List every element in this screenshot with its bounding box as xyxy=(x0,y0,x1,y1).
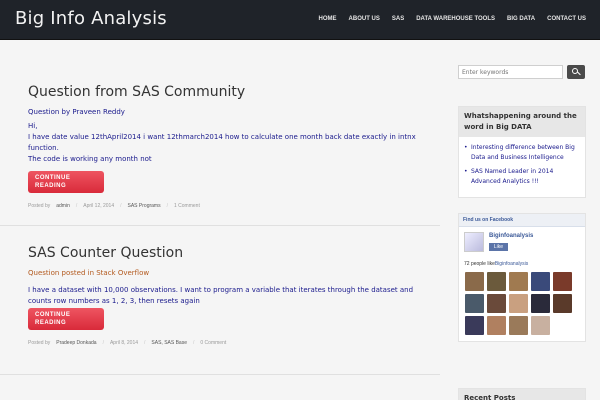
fan-avatar[interactable] xyxy=(553,272,572,291)
post-meta: Posted by Pradeep Donkada / April 8, 201… xyxy=(28,340,418,346)
post-category[interactable]: SAS Programs xyxy=(128,203,161,209)
meta-separator: / xyxy=(102,340,104,346)
meta-separator: / xyxy=(193,340,195,346)
nav-contact-us[interactable]: CONTACT US xyxy=(547,16,586,22)
fan-avatar[interactable] xyxy=(487,316,506,335)
post-comments[interactable]: 1 Comment xyxy=(174,203,200,209)
facebook-widget-title: Find us on Facebook xyxy=(459,214,585,227)
post-item: SAS Counter Question Question posted in … xyxy=(28,245,418,346)
post-author[interactable]: Pradeep Donkada xyxy=(56,340,96,346)
nav-about-us[interactable]: ABOUT US xyxy=(349,16,380,22)
post-subtitle: Question posted in Stack Overflow xyxy=(28,269,150,277)
widget-title: Recent Posts xyxy=(459,389,585,400)
post-author[interactable]: admin xyxy=(56,203,70,209)
fan-avatar[interactable] xyxy=(531,316,550,335)
trending-link[interactable]: Interesting difference between Big Data … xyxy=(464,143,579,163)
fan-avatar[interactable] xyxy=(509,294,528,313)
fan-avatar[interactable] xyxy=(487,272,506,291)
button-label-line: READING xyxy=(35,320,67,326)
site-title[interactable]: Big Info Analysis xyxy=(15,8,167,29)
post-excerpt: Hi, I have date value 12thApril2014 i wa… xyxy=(28,121,418,165)
meta-separator: / xyxy=(120,203,122,209)
post-date: April 8, 2014 xyxy=(109,340,139,346)
search-input[interactable] xyxy=(458,65,563,79)
post-comments[interactable]: 0 Comment xyxy=(200,340,226,346)
facebook-page-name[interactable]: Biginfoanalysis xyxy=(489,233,533,239)
post-divider xyxy=(0,225,440,226)
post-subtitle: Question by Praveen Reddy xyxy=(28,108,125,116)
posts-column: Question from SAS Community Question by … xyxy=(0,40,440,400)
post-meta: Posted by admin / April 12, 2014 / SAS P… xyxy=(28,203,418,209)
continue-reading-button[interactable]: CONTINUE READING xyxy=(28,171,104,193)
top-header: Big Info Analysis HOME ABOUT US SAS DATA… xyxy=(0,0,600,40)
sidebar: Whatshappening around the word in Big DA… xyxy=(458,40,586,400)
excerpt-line: I have date value 12thApril2014 i want 1… xyxy=(28,133,416,152)
fan-avatar[interactable] xyxy=(465,272,484,291)
like-count-text: 72 people like xyxy=(464,261,495,267)
fan-avatar[interactable] xyxy=(465,294,484,313)
search-button[interactable] xyxy=(567,65,585,79)
post-title[interactable]: Question from SAS Community xyxy=(28,84,418,100)
post-category[interactable]: SAS, SAS Base xyxy=(151,340,187,346)
button-label-line: READING xyxy=(35,183,67,189)
fan-avatars xyxy=(459,267,585,341)
fan-avatar[interactable] xyxy=(509,272,528,291)
page-logo[interactable] xyxy=(464,232,484,252)
facebook-widget: Find us on Facebook Biginfoanalysis Like… xyxy=(458,213,586,342)
posted-by-label: Posted by xyxy=(28,203,51,209)
fan-avatar[interactable] xyxy=(531,272,550,291)
post-date: April 12, 2014 xyxy=(83,203,115,209)
like-count-link[interactable]: Biginfoanalysis xyxy=(495,261,528,267)
excerpt-line: I have a dataset with 10,000 observation… xyxy=(28,286,414,305)
trending-link[interactable]: SAS Named Leader in 2014 Advanced Analyt… xyxy=(464,167,579,187)
fan-avatar[interactable] xyxy=(509,316,528,335)
nav-data-warehouse-tools[interactable]: DATA WAREHOUSE TOOLS xyxy=(416,16,495,22)
fan-avatar[interactable] xyxy=(465,316,484,335)
button-label-line: CONTINUE xyxy=(35,312,71,318)
nav-home[interactable]: HOME xyxy=(319,16,337,22)
facebook-page-box: Biginfoanalysis Like xyxy=(459,227,585,261)
excerpt-line: Hi, xyxy=(28,122,38,130)
post-item: Question from SAS Community Question by … xyxy=(28,84,418,209)
meta-separator: / xyxy=(75,203,78,209)
search-icon-handle xyxy=(577,71,581,76)
fan-avatar[interactable] xyxy=(553,294,572,313)
trending-list: Interesting difference between Big Data … xyxy=(459,137,585,197)
widget-title: Whatshappening around the word in Big DA… xyxy=(459,107,585,137)
post-excerpt: I have a dataset with 10,000 observation… xyxy=(28,285,418,307)
fan-avatar[interactable] xyxy=(487,294,506,313)
recent-posts-widget: Recent Posts xyxy=(458,388,586,400)
post-divider xyxy=(0,374,440,375)
nav-sas[interactable]: SAS xyxy=(392,16,404,22)
nav-big-data[interactable]: BIG DATA xyxy=(507,16,535,22)
button-label-line: CONTINUE xyxy=(35,175,71,181)
like-button[interactable]: Like xyxy=(489,243,508,251)
posted-by-label: Posted by xyxy=(28,340,51,346)
main-nav: HOME ABOUT US SAS DATA WAREHOUSE TOOLS B… xyxy=(319,16,586,22)
trending-widget: Whatshappening around the word in Big DA… xyxy=(458,106,586,198)
continue-reading-button[interactable]: CONTINUE READING xyxy=(28,308,104,330)
meta-separator: / xyxy=(166,203,168,209)
excerpt-line: The code is working any month not xyxy=(28,155,152,163)
meta-separator: / xyxy=(144,340,146,346)
fan-avatar[interactable] xyxy=(531,294,550,313)
post-title[interactable]: SAS Counter Question xyxy=(28,245,418,261)
